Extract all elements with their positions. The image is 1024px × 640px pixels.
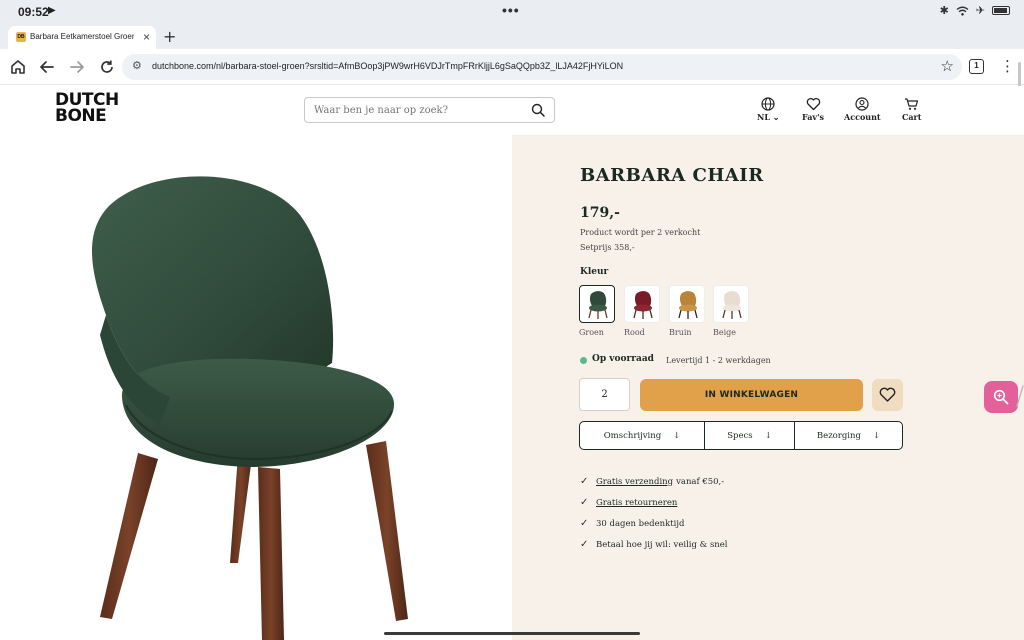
cart-label: Cart: [902, 112, 922, 122]
chair-thumbnail: [633, 291, 653, 319]
add-to-cart-button[interactable]: IN WINKELWAGEN: [640, 379, 863, 411]
cart-icon: [905, 98, 919, 110]
tab-label: Omschrijving: [603, 430, 662, 441]
arrow-down-icon: ↓: [764, 430, 772, 441]
bluetooth-icon: ✱: [939, 5, 949, 17]
sold-per-note: Product wordt per 2 verkocht: [580, 228, 701, 237]
nav-favs[interactable]: Fav's: [802, 97, 824, 122]
multitasking-dots[interactable]: •••: [502, 2, 520, 18]
battery-icon: [992, 6, 1010, 15]
tab-specs[interactable]: Specs ↓: [704, 422, 794, 449]
tab-title: Barbara Eetkamerstoel Groen | D: [30, 32, 134, 41]
color-swatch-groen[interactable]: [579, 285, 615, 323]
arrow-down-icon: ↓: [872, 430, 881, 441]
checkmark-icon: ✓: [580, 497, 589, 508]
system-icons: ✱ ✈: [940, 4, 1010, 17]
favicon-icon: DB: [16, 32, 26, 42]
nav-account[interactable]: Account: [844, 97, 881, 122]
tab-omschrijving[interactable]: Omschrijving ↓: [580, 422, 704, 449]
checkmark-icon: ✓: [580, 518, 589, 529]
wifi-icon: [956, 6, 969, 16]
back-arrow-icon[interactable]: [37, 57, 57, 77]
account-label: Account: [844, 112, 881, 122]
tab-strip: DB Barbara Eetkamerstoel Groen | D × +: [0, 24, 1024, 49]
quantity-input[interactable]: 2: [579, 378, 630, 411]
home-icon[interactable]: [8, 57, 28, 77]
tab-switcher-button[interactable]: 1: [969, 59, 984, 74]
color-swatch-beige[interactable]: [713, 285, 749, 323]
url-text[interactable]: dutchbone.com/nl/barbara-stoel-groen?srs…: [152, 61, 623, 71]
product-image-area[interactable]: [0, 135, 512, 640]
chevron-down-icon: ⌄: [769, 112, 780, 122]
product-title: BARBARA CHAIR: [580, 165, 764, 186]
product-detail-panel: BARBARA CHAIR 179,- Product wordt per 2 …: [512, 135, 1024, 640]
user-icon: [855, 97, 869, 111]
heart-icon: [806, 97, 820, 111]
free-returns-link[interactable]: Gratis retourneren: [596, 498, 677, 508]
swatch-label: Rood: [624, 328, 645, 337]
status-bar: 09:52 ▶ ••• ✱ ✈: [0, 0, 1024, 24]
forward-arrow-icon[interactable]: [67, 57, 87, 77]
edge-handle-icon[interactable]: [1014, 380, 1024, 412]
address-bar[interactable]: ⚙ dutchbone.com/nl/barbara-stoel-groen?s…: [122, 54, 962, 80]
bookmark-star-icon[interactable]: ☆: [941, 57, 954, 75]
usp-item: ✓ Gratis verzending vanaf €50,-: [580, 476, 725, 487]
swatch-label: Bruin: [669, 328, 692, 337]
checkmark-icon: ✓: [580, 476, 589, 487]
free-shipping-link[interactable]: Gratis verzending: [596, 477, 673, 487]
swatch-label: Groen: [579, 328, 604, 337]
play-icon: ▶: [48, 5, 56, 16]
dutchbone-logo[interactable]: DUTCH BONE: [55, 92, 119, 125]
tab-label: Specs: [727, 430, 753, 441]
site-settings-icon[interactable]: ⚙: [132, 59, 142, 72]
reload-icon[interactable]: [97, 57, 117, 77]
browser-toolbar: ⚙ dutchbone.com/nl/barbara-stoel-groen?s…: [0, 49, 1024, 85]
globe-icon: [761, 97, 775, 111]
tab-bezorging[interactable]: Bezorging ↓: [794, 422, 902, 449]
new-tab-button[interactable]: +: [163, 27, 176, 46]
info-tabs: Omschrijving ↓ Specs ↓ Bezorging ↓: [579, 421, 903, 450]
chair-thumbnail: [722, 291, 742, 319]
color-swatch-rood[interactable]: [624, 285, 660, 323]
product-image[interactable]: [0, 135, 512, 640]
browser-tab[interactable]: DB Barbara Eetkamerstoel Groen | D ×: [8, 26, 156, 49]
swatch-label: Beige: [713, 328, 737, 337]
menu-kebab-icon[interactable]: ⋮: [1000, 57, 1015, 75]
zoom-button[interactable]: [984, 381, 1018, 413]
usp-item: ✓ Betaal hoe jij wil: veilig & snel: [580, 539, 728, 550]
close-tab-icon[interactable]: ×: [143, 30, 150, 44]
site-search: [304, 97, 555, 123]
zoom-in-icon: [993, 389, 1009, 405]
add-to-favorites-button[interactable]: [872, 379, 903, 411]
nav-cart[interactable]: Cart: [902, 97, 921, 122]
product-price: 179,-: [580, 205, 620, 221]
home-indicator[interactable]: [384, 632, 640, 635]
heart-icon: [879, 387, 896, 402]
arrow-down-icon: ↓: [673, 430, 681, 441]
site-header: DUTCH BONE NL ⌄ Fav's Account Cart: [0, 86, 1024, 135]
color-swatch-bruin[interactable]: [669, 285, 705, 323]
search-input[interactable]: [314, 102, 514, 119]
tab-label: Bezorging: [816, 430, 861, 441]
checkmark-icon: ✓: [580, 539, 589, 550]
stock-status: Op voorraad: [592, 354, 654, 364]
chair-thumbnail: [678, 291, 698, 319]
usp-item: ✓ 30 dagen bedenktijd: [580, 518, 685, 529]
search-icon[interactable]: [531, 103, 545, 117]
clock: 09:52: [18, 5, 49, 19]
language-selector[interactable]: NL ⌄: [757, 97, 779, 122]
stock-indicator-icon: [580, 357, 587, 364]
favs-label: Fav's: [802, 112, 825, 122]
language-label: NL: [757, 112, 770, 122]
delivery-time: Levertijd 1 - 2 werkdagen: [666, 356, 771, 365]
set-price: Setprijs 358,-: [580, 243, 635, 252]
chair-thumbnail: [588, 291, 608, 319]
color-label: Kleur: [580, 267, 609, 277]
usp-item: ✓ Gratis retourneren: [580, 497, 680, 508]
airplane-icon: ✈: [975, 5, 985, 17]
